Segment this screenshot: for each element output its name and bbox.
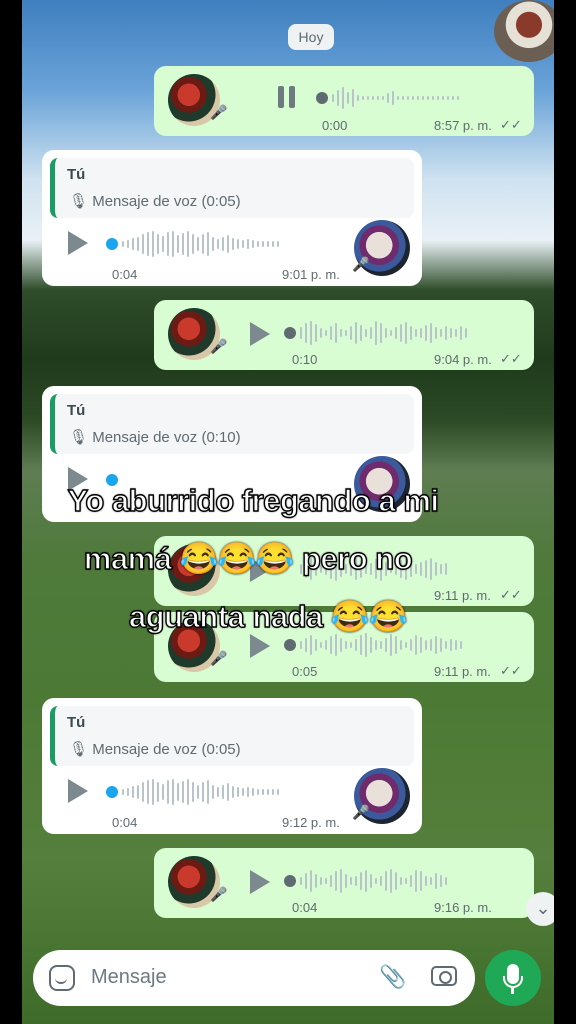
voice-duration: 0:00: [322, 118, 348, 133]
playhead-dot[interactable]: [106, 786, 118, 798]
message-input[interactable]: Mensaje: [91, 966, 167, 989]
play-icon[interactable]: [250, 322, 270, 346]
voice-duration: 0:10: [292, 352, 318, 367]
quoted-message[interactable]: Tú 🎙 Mensaje de voz (0:05): [50, 706, 414, 766]
quote-author: Tú: [67, 166, 86, 183]
voice-message-received[interactable]: Tú 🎙 Mensaje de voz (0:05) 🎤 0:04 9:01 p…: [42, 150, 422, 286]
voice-message-sent[interactable]: 🎤 0:04 9:16 p. m.: [154, 848, 534, 918]
pause-icon[interactable]: [276, 86, 298, 108]
message-time: 9:11 p. m.: [434, 664, 491, 679]
message-input-bar[interactable]: Mensaje 📎: [33, 950, 475, 1006]
quote-author: Tú: [67, 714, 86, 731]
play-icon[interactable]: [250, 870, 270, 894]
waveform[interactable]: [300, 867, 447, 895]
chevron-down-icon: ⌄: [535, 898, 551, 918]
play-icon[interactable]: [68, 231, 88, 255]
playhead-dot[interactable]: [106, 238, 118, 250]
voice-message-received[interactable]: Tú 🎙 Mensaje de voz (0:05) 🎤 0:04 9:12 p…: [42, 698, 422, 834]
playhead-dot[interactable]: [284, 327, 296, 339]
playhead-dot[interactable]: [284, 875, 296, 887]
sticker-icon[interactable]: [49, 965, 75, 991]
quote-text: 🎙 Mensaje de voz (0:05): [69, 741, 241, 758]
playhead-dot[interactable]: [316, 92, 328, 104]
mic-icon: 🎤: [210, 886, 228, 902]
quote-text: 🎙 Mensaje de voz (0:05): [69, 193, 241, 210]
message-time: 9:01 p. m.: [282, 267, 340, 282]
voice-duration: 0:04: [292, 900, 318, 915]
caption-line: Yo aburrido fregando a mi: [67, 482, 440, 518]
quote-author: Tú: [67, 402, 86, 419]
mic-icon: 🎤: [210, 338, 228, 354]
read-ticks-icon: ✓✓: [500, 351, 522, 366]
waveform[interactable]: [300, 319, 467, 347]
voice-duration: 0:04: [112, 815, 138, 830]
mic-icon: 🎤: [352, 256, 370, 272]
caption-line: aguanta nada 😂😂: [128, 598, 408, 634]
camera-icon[interactable]: [431, 966, 457, 986]
quoted-message[interactable]: Tú 🎙 Mensaje de voz (0:05): [50, 158, 414, 218]
caption-line: mamá 😂😂😂 pero no: [83, 540, 413, 576]
mic-icon: 🎤: [210, 104, 228, 120]
mic-icon: 🎤: [210, 650, 228, 666]
message-time: 9:12 p. m.: [282, 815, 340, 830]
message-time: 8:57 p. m.: [434, 118, 492, 133]
voice-record-button[interactable]: [485, 950, 541, 1006]
message-time: 9:04 p. m.: [434, 352, 492, 367]
read-ticks-icon: ✓✓: [500, 117, 522, 132]
play-icon[interactable]: [68, 779, 88, 803]
waveform[interactable]: [332, 84, 459, 112]
attach-icon[interactable]: 📎: [379, 964, 406, 990]
waveform[interactable]: [122, 778, 279, 806]
waveform[interactable]: [122, 230, 279, 258]
mic-icon: 🎤: [352, 804, 370, 820]
date-chip: Hoy: [288, 24, 334, 50]
voice-message-sent[interactable]: 🎤 0:10 9:04 p. m. ✓✓: [154, 300, 534, 370]
video-caption: Yo aburrido fregando a mi mamá 😂😂😂 pero …: [0, 472, 576, 646]
quote-text: 🎙 Mensaje de voz (0:10): [69, 429, 241, 446]
voice-duration: 0:04: [112, 267, 138, 282]
contact-avatar[interactable]: [494, 0, 554, 62]
voice-duration: 0:05: [292, 664, 318, 679]
voice-message-sent[interactable]: 🎤 0:00 8:57 p. m. ✓✓: [154, 66, 534, 136]
message-time: 9:16 p. m.: [434, 900, 492, 915]
read-ticks-icon: ✓✓: [500, 663, 522, 678]
scroll-to-bottom-button[interactable]: ⌄: [526, 892, 554, 926]
quoted-message[interactable]: Tú 🎙 Mensaje de voz (0:10): [50, 394, 414, 454]
